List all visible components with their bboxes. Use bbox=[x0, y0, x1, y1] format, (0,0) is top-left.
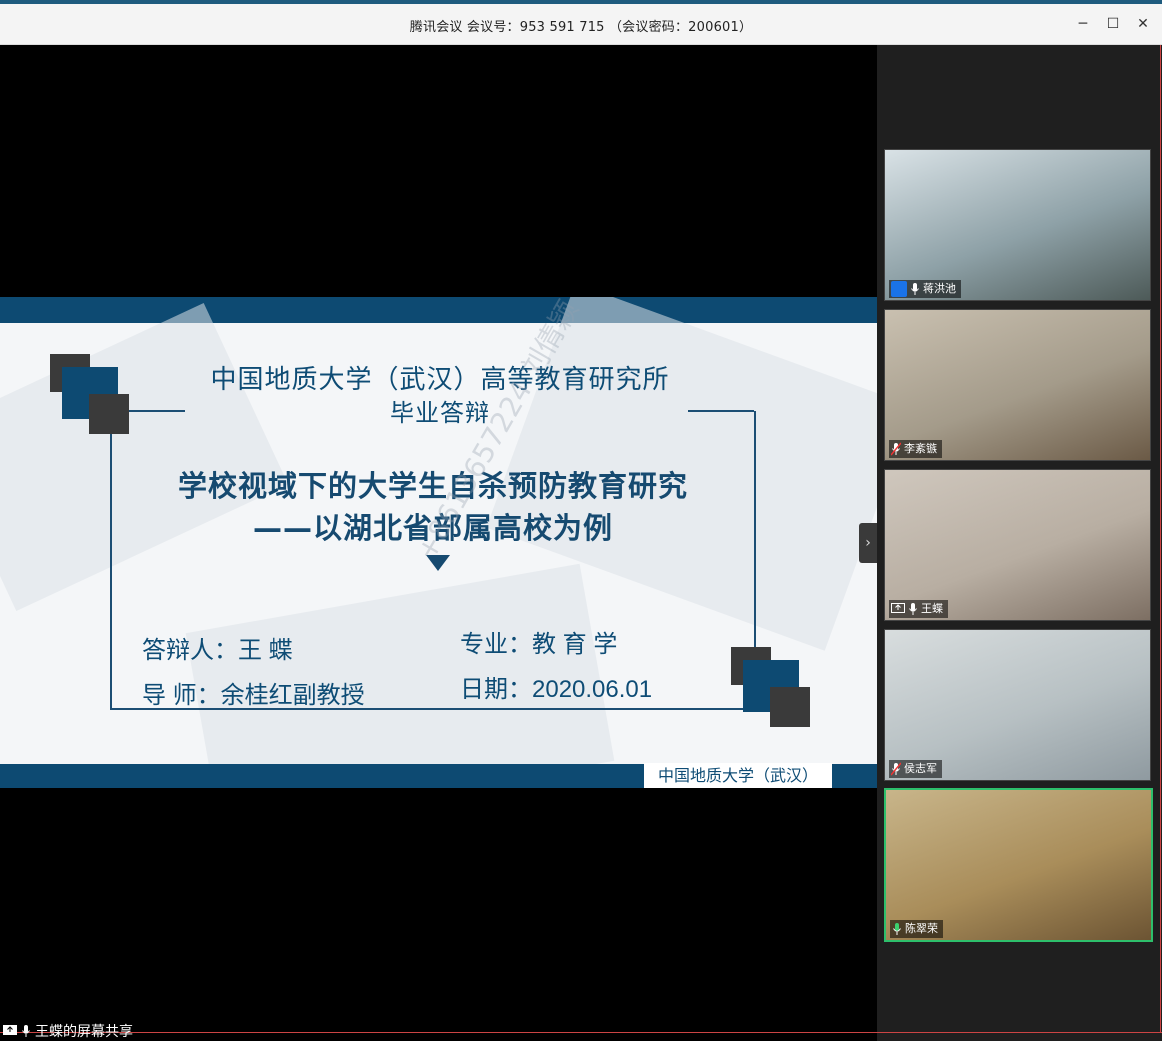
slide-subtitle: 毕业答辩 bbox=[390, 399, 490, 427]
participant-video-tile-active[interactable]: 陈翠荣 bbox=[884, 788, 1153, 942]
participant-label: 陈翠荣 bbox=[890, 920, 943, 938]
screen-share-status: 王蝶的屏幕共享 bbox=[0, 1020, 203, 1041]
participant-name: 李紊镞 bbox=[904, 442, 937, 455]
defender-label: 答辩人：王 蝶 bbox=[142, 637, 293, 664]
slide-top-band bbox=[0, 297, 877, 323]
major-label: 专业：教 育 学 bbox=[460, 631, 618, 658]
participant-video-tile[interactable]: 侯志军 bbox=[884, 629, 1151, 781]
microphone-muted-icon bbox=[891, 762, 901, 776]
maximize-button[interactable]: ☐ bbox=[1099, 10, 1127, 38]
screen-share-icon bbox=[3, 1024, 17, 1035]
date-label: 日期：2020.06.01 bbox=[460, 676, 653, 703]
title-bar: 腾讯会议 会议号：953 591 715 （会议密码：200601） ─ ☐ ✕ bbox=[0, 4, 1162, 45]
window-title: 腾讯会议 会议号：953 591 715 （会议密码：200601） bbox=[409, 20, 753, 35]
participant-name: 陈翠荣 bbox=[905, 922, 938, 935]
decor-square bbox=[89, 394, 129, 434]
microphone-speaking-icon bbox=[893, 923, 901, 935]
participant-name: 王蝶 bbox=[921, 602, 943, 615]
participant-label: 侯志军 bbox=[889, 760, 942, 778]
minimize-button[interactable]: ─ bbox=[1069, 10, 1097, 38]
participant-label: 李紊镞 bbox=[889, 440, 942, 458]
slide-institution: 中国地质大学（武汉）高等教育研究所 bbox=[210, 365, 670, 395]
microphone-icon bbox=[22, 1024, 30, 1037]
advisor-label: 导 师：余桂红副教授 bbox=[142, 682, 365, 709]
microphone-muted-icon bbox=[891, 442, 901, 456]
frame-top-right bbox=[688, 410, 754, 412]
share-border-right bbox=[1160, 45, 1161, 1033]
microphone-icon bbox=[909, 603, 917, 615]
slide-footer: 中国地质大学（武汉） bbox=[644, 763, 832, 788]
decor-square bbox=[770, 687, 810, 727]
screen-share-icon bbox=[891, 603, 905, 613]
presentation-slide: 中国地质大学（武汉）高等教育研究所 毕业答辩 学校视域下的大学生自杀预防教育研究… bbox=[0, 297, 877, 788]
collapse-panel-button[interactable]: › bbox=[859, 523, 877, 563]
microphone-icon bbox=[911, 283, 919, 295]
share-status-text: 王蝶的屏幕共享 bbox=[35, 1023, 133, 1040]
participant-video-tile[interactable]: 蒋洪池 bbox=[884, 149, 1151, 301]
participant-label: 蒋洪池 bbox=[889, 280, 961, 298]
host-icon bbox=[891, 281, 907, 297]
participant-name: 蒋洪池 bbox=[923, 282, 956, 295]
participant-video-tile[interactable]: 李紊镞 bbox=[884, 309, 1151, 461]
participant-label: 王蝶 bbox=[889, 600, 948, 618]
participant-video-tile[interactable]: 王蝶 bbox=[884, 469, 1151, 621]
close-button[interactable]: ✕ bbox=[1129, 10, 1157, 38]
participant-name: 侯志军 bbox=[904, 762, 937, 775]
